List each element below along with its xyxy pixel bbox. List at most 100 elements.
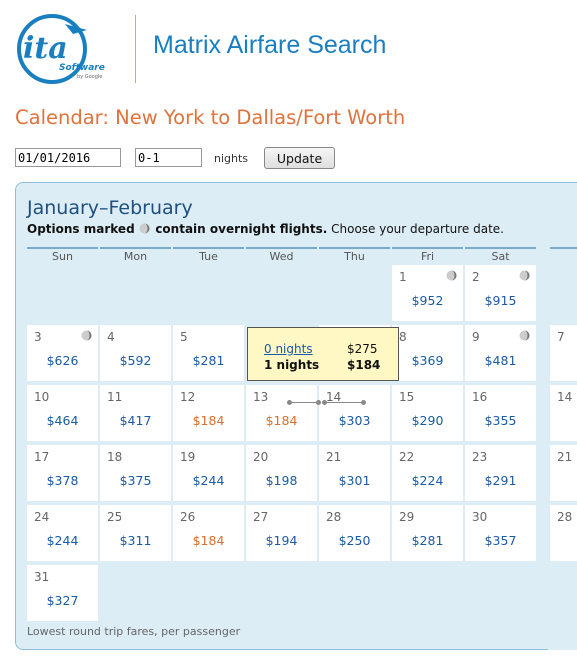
day-fare-price[interactable]: $281 [392, 533, 463, 548]
next-month-day-cell[interactable]: 14 [550, 385, 577, 441]
day-number: 8 [399, 330, 407, 344]
day-number: 17 [34, 450, 50, 464]
popup-1-nights-price: $184 [347, 358, 381, 372]
day-fare-price[interactable]: $952 [392, 293, 463, 308]
day-fare-price[interactable]: $327 [27, 593, 98, 608]
calendar-day-cell[interactable]: 13 $184 [246, 385, 317, 441]
next-month-header [550, 247, 577, 262]
day-fare-price[interactable]: $592 [100, 353, 171, 368]
day-fare-price[interactable]: $290 [392, 413, 463, 428]
day-number: 13 [253, 390, 269, 404]
calendar-day-cell[interactable]: 12 $184 [173, 385, 244, 441]
calendar-day-cell[interactable]: 23 $291 [465, 445, 536, 501]
day-fare-price[interactable]: $464 [27, 413, 98, 428]
calendar-day-cell[interactable]: 8 $369 [392, 325, 463, 381]
day-fare-price[interactable]: $224 [392, 473, 463, 488]
calendar-day-cell[interactable]: 28 $250 [319, 505, 390, 561]
day-fare-price[interactable]: $378 [27, 473, 98, 488]
calendar-day-cell[interactable]: 15 $290 [392, 385, 463, 441]
calendar-day-cell[interactable]: 26 $184 [173, 505, 244, 561]
day-number: 26 [180, 510, 196, 524]
legend-pre: Options marked [27, 222, 135, 236]
weekday-header-thu: Thu [319, 247, 390, 263]
calendar-day-cell[interactable]: 17 $378 [27, 445, 98, 501]
calendar-day-cell[interactable]: 5 $281 [173, 325, 244, 381]
day-number: 1 [399, 270, 407, 284]
day-fare-price[interactable]: $417 [100, 413, 171, 428]
day-fare-price[interactable]: $194 [246, 533, 317, 548]
calendar-day-cell[interactable]: 22 $224 [392, 445, 463, 501]
legend-bold: contain overnight flights. [155, 222, 328, 236]
day-fare-price[interactable]: $915 [465, 293, 536, 308]
day-fare-price[interactable]: $250 [319, 533, 390, 548]
calendar-day-cell[interactable]: 19 $244 [173, 445, 244, 501]
calendar-day-cell[interactable]: 2 $915 [465, 265, 536, 321]
calendar-day-cell[interactable]: 21 $301 [319, 445, 390, 501]
calendar-day-cell[interactable]: 10 $464 [27, 385, 98, 441]
day-fare-price[interactable]: $481 [465, 353, 536, 368]
logo-text: ita [23, 31, 68, 66]
day-number: 10 [34, 390, 50, 404]
calendar-day-cell[interactable]: 25 $311 [100, 505, 171, 561]
calendar-day-cell[interactable]: 4 $592 [100, 325, 171, 381]
calendar-day-cell[interactable]: 14 $303 [319, 385, 390, 441]
next-month-day-cell[interactable]: 28 [550, 505, 577, 561]
day-fare-price[interactable]: $311 [100, 533, 171, 548]
day-fare-price[interactable]: $369 [392, 353, 463, 368]
popup-0-nights-link[interactable]: 0 nights [264, 342, 313, 356]
update-button[interactable]: Update [264, 147, 335, 169]
popup-0-nights-price: $275 [347, 342, 378, 356]
calendar-day-cell[interactable]: 18 $375 [100, 445, 171, 501]
day-fare-price[interactable]: $303 [319, 413, 390, 428]
calendar-day-cell[interactable]: 31 $327 [27, 565, 98, 621]
weekday-header-mon: Mon [100, 247, 171, 263]
calendar-day-cell[interactable]: 1 $952 [392, 265, 463, 321]
calendar-day-cell[interactable]: 16 $355 [465, 385, 536, 441]
calendar-day-cell[interactable]: 20 $198 [246, 445, 317, 501]
day-fare-price[interactable]: $375 [100, 473, 171, 488]
day-number: 22 [399, 450, 415, 464]
page-title: Calendar: New York to Dallas/Fort Worth [15, 106, 406, 129]
calendar-day-cell[interactable]: 24 $244 [27, 505, 98, 561]
day-fare-price[interactable]: $184 [173, 533, 244, 548]
day-fare-price[interactable]: $244 [27, 533, 98, 548]
calendar-day-cell[interactable]: 30 $357 [465, 505, 536, 561]
logo-sub-text: Software [59, 63, 105, 73]
header-divider [135, 15, 136, 83]
day-fare-price[interactable]: $357 [465, 533, 536, 548]
day-number: 27 [253, 510, 269, 524]
day-number: 19 [180, 450, 196, 464]
day-number: 11 [107, 390, 123, 404]
nights-fare-popup: 0 nights $275 1 nights $184 [247, 327, 399, 381]
calendar-day-cell[interactable]: 3 $626 [27, 325, 98, 381]
overnight-icon [139, 223, 150, 234]
departure-date-input[interactable] [15, 148, 121, 167]
day-number: 21 [557, 450, 573, 464]
calendar-day-cell[interactable]: 11 $417 [100, 385, 171, 441]
day-number: 9 [472, 330, 480, 344]
day-fare-price[interactable]: $626 [27, 353, 98, 368]
day-fare-price[interactable]: $291 [465, 473, 536, 488]
nights-input[interactable] [135, 148, 202, 167]
day-fare-price[interactable]: $198 [246, 473, 317, 488]
day-fare-price[interactable]: $355 [465, 413, 536, 428]
day-number: 29 [399, 510, 415, 524]
next-month-day-cell[interactable]: 21 [550, 445, 577, 501]
calendar-day-cell[interactable]: 27 $194 [246, 505, 317, 561]
day-number: 21 [326, 450, 342, 464]
calendar-day-cell[interactable]: 9 $481 [465, 325, 536, 381]
legend-post: Choose your departure date. [331, 222, 504, 236]
weekday-header-fri: Fri [392, 247, 463, 263]
next-month-day-cell[interactable]: 7 [550, 325, 577, 381]
calendar-day-cell[interactable]: 29 $281 [392, 505, 463, 561]
day-fare-price[interactable]: $184 [246, 413, 317, 428]
day-number: 30 [472, 510, 488, 524]
day-number: 28 [557, 510, 573, 524]
day-number: 15 [399, 390, 415, 404]
ita-software-logo: ita Software by Google [17, 14, 105, 84]
day-fare-price[interactable]: $301 [319, 473, 390, 488]
day-number: 18 [107, 450, 123, 464]
day-fare-price[interactable]: $184 [173, 413, 244, 428]
day-fare-price[interactable]: $281 [173, 353, 244, 368]
day-fare-price[interactable]: $244 [173, 473, 244, 488]
